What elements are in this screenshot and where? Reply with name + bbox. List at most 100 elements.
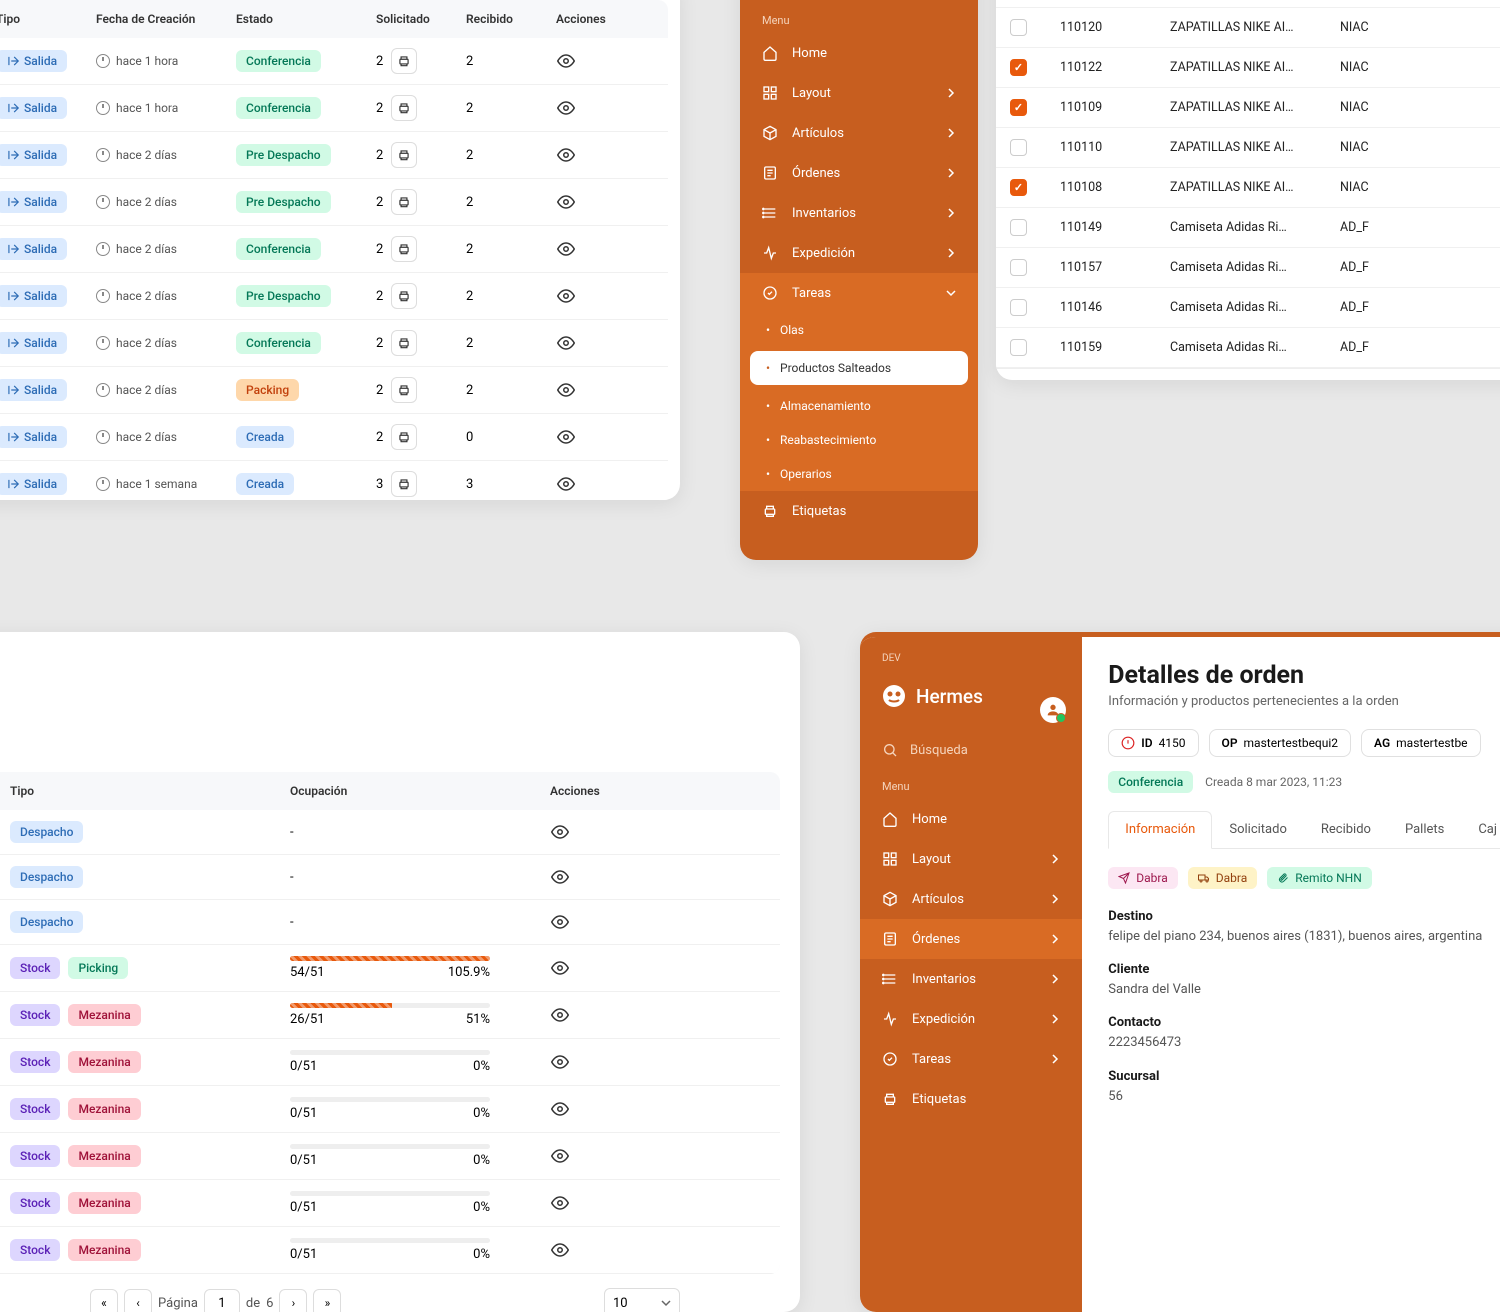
- row-checkbox[interactable]: [1010, 339, 1027, 356]
- table-row: Stock Mezanina 0/510%: [0, 1180, 780, 1227]
- sidebar-item-home[interactable]: Home: [860, 799, 1082, 839]
- sidebar-subitem[interactable]: Almacenamiento: [740, 389, 978, 423]
- view-button[interactable]: [550, 867, 570, 887]
- sidebar-item-órdenes[interactable]: Órdenes: [740, 153, 978, 193]
- sidebar-subitem[interactable]: Reabastecimiento: [740, 423, 978, 457]
- etiquetas-label: Etiquetas: [792, 504, 846, 519]
- sidebar-item-artículos[interactable]: Artículos: [740, 113, 978, 153]
- products-table-panel: 110106 ZAPATILLAS NIKE AI… NIAC 110120 Z…: [996, 0, 1500, 380]
- view-button[interactable]: [556, 145, 576, 165]
- tab-solicitado[interactable]: Solicitado: [1212, 811, 1304, 848]
- code-cell: AD_F: [1340, 260, 1440, 275]
- tab-pallets[interactable]: Pallets: [1388, 811, 1461, 848]
- user-avatar[interactable]: [1040, 697, 1066, 723]
- sidebar-item-home[interactable]: Home: [740, 33, 978, 73]
- print-button[interactable]: [391, 424, 417, 450]
- row-checkbox[interactable]: [1010, 179, 1027, 196]
- row-checkbox[interactable]: [1010, 259, 1027, 276]
- estado-pill: Conferencia: [236, 50, 321, 72]
- view-button[interactable]: [550, 822, 570, 842]
- print-button[interactable]: [391, 471, 417, 497]
- th-recibido: Recibido: [466, 12, 556, 26]
- sidebar-item-expedición[interactable]: Expedición: [860, 999, 1082, 1039]
- table-header-row: Tipo Ocupación Acciones: [0, 772, 780, 810]
- sidebar-item-órdenes[interactable]: Órdenes: [860, 919, 1082, 959]
- locations-table-panel: Tipo Ocupación Acciones Despacho - Despa…: [0, 632, 800, 1312]
- view-button[interactable]: [550, 912, 570, 932]
- view-button[interactable]: [556, 239, 576, 259]
- print-button[interactable]: [391, 142, 417, 168]
- fecha-cell: hace 1 hora: [96, 101, 236, 115]
- view-button[interactable]: [550, 1146, 570, 1166]
- tab-información[interactable]: Información: [1108, 811, 1212, 849]
- table-row: Stock Mezanina 0/510%: [0, 1086, 780, 1133]
- view-button[interactable]: [556, 380, 576, 400]
- view-button[interactable]: [556, 427, 576, 447]
- view-button[interactable]: [556, 51, 576, 71]
- sidebar-item-tareas[interactable]: Tareas: [860, 1039, 1082, 1079]
- page-first-button[interactable]: «: [90, 1289, 118, 1312]
- view-button[interactable]: [550, 1099, 570, 1119]
- sidebar-subitem[interactable]: Productos Salteados: [750, 351, 968, 385]
- view-button[interactable]: [550, 1193, 570, 1213]
- table-row: 110159 Camiseta Adidas Ri… AD_F: [996, 328, 1500, 368]
- sidebar: DEV Hermes Búsqueda Menu Home Layout Art…: [860, 637, 1082, 1312]
- row-checkbox[interactable]: [1010, 299, 1027, 316]
- sidebar-item-expedición[interactable]: Expedición: [740, 233, 978, 273]
- page-last-button[interactable]: »: [313, 1289, 341, 1312]
- sidebar-subitem[interactable]: Operarios: [740, 457, 978, 491]
- sidebar-item-etiquetas[interactable]: Etiquetas: [740, 491, 978, 531]
- sidebar-item-inventarios[interactable]: Inventarios: [860, 959, 1082, 999]
- menu-icon: [882, 971, 898, 987]
- print-button[interactable]: [391, 377, 417, 403]
- view-button[interactable]: [550, 958, 570, 978]
- chevron-right-icon: [946, 128, 956, 138]
- chevron-down-icon: [946, 288, 956, 298]
- print-button[interactable]: [391, 283, 417, 309]
- view-button[interactable]: [556, 192, 576, 212]
- view-button[interactable]: [556, 474, 576, 494]
- view-button[interactable]: [556, 333, 576, 353]
- view-button[interactable]: [550, 1240, 570, 1260]
- sidebar-item-artículos[interactable]: Artículos: [860, 879, 1082, 919]
- page-next-button[interactable]: ›: [279, 1289, 307, 1312]
- id-cell: 110146: [1060, 300, 1170, 315]
- sidebar-item-tareas[interactable]: Tareas: [740, 273, 978, 313]
- info-block: Contacto 2223456473: [1108, 1015, 1500, 1052]
- view-button[interactable]: [550, 1052, 570, 1072]
- estado-pill: Pre Despacho: [236, 191, 331, 213]
- view-button[interactable]: [556, 286, 576, 306]
- view-button[interactable]: [550, 1005, 570, 1025]
- occupancy-bar: 54/51105.9%: [290, 956, 550, 980]
- table-row: Salida hace 2 días Conferencia 2 2: [0, 226, 668, 273]
- table-row: Despacho -: [0, 855, 780, 900]
- sidebar-item-layout[interactable]: Layout: [860, 839, 1082, 879]
- row-checkbox[interactable]: [1010, 219, 1027, 236]
- view-button[interactable]: [556, 98, 576, 118]
- sidebar-subitem[interactable]: Olas: [740, 313, 978, 347]
- print-button[interactable]: [391, 95, 417, 121]
- page-input[interactable]: [204, 1289, 240, 1312]
- row-checkbox[interactable]: [1010, 19, 1027, 36]
- recibido-cell: 2: [466, 383, 556, 398]
- page-prev-button[interactable]: ‹: [124, 1289, 152, 1312]
- print-button[interactable]: [391, 48, 417, 74]
- table-row: 110149 Camiseta Adidas Ri… AD_F: [996, 208, 1500, 248]
- pagesize-select[interactable]: 10: [604, 1288, 680, 1312]
- tab-recibido[interactable]: Recibido: [1304, 811, 1388, 848]
- row-checkbox[interactable]: [1010, 99, 1027, 116]
- sidebar-item-inventarios[interactable]: Inventarios: [740, 193, 978, 233]
- print-button[interactable]: [391, 236, 417, 262]
- tab-caj[interactable]: Caj: [1461, 811, 1500, 848]
- row-checkbox[interactable]: [1010, 59, 1027, 76]
- sidebar-item-etiquetas[interactable]: Etiquetas: [860, 1079, 1082, 1119]
- sidebar-search[interactable]: Búsqueda: [860, 742, 1082, 770]
- sidebar-item-layout[interactable]: Layout: [740, 73, 978, 113]
- chevron-right-icon: [1050, 894, 1060, 904]
- print-button[interactable]: [391, 189, 417, 215]
- print-button[interactable]: [391, 330, 417, 356]
- menu-icon: [882, 931, 898, 947]
- table-row: 110108 ZAPATILLAS NIKE AI… NIAC: [996, 168, 1500, 208]
- send-icon: [1118, 872, 1130, 884]
- row-checkbox[interactable]: [1010, 139, 1027, 156]
